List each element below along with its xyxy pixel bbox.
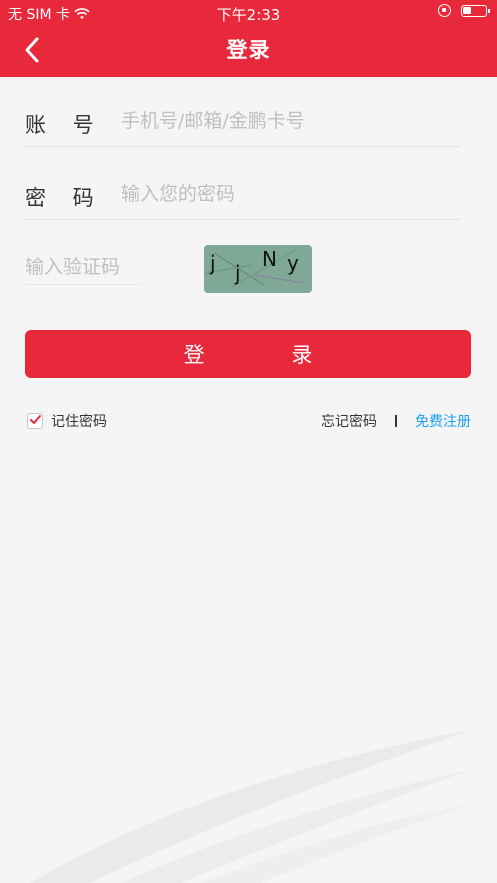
password-input[interactable]	[121, 176, 451, 212]
forgot-password-link[interactable]: 忘记密码	[321, 411, 377, 431]
captcha-char-4: y	[287, 251, 299, 275]
account-links: 忘记密码 免费注册	[321, 411, 471, 431]
account-input[interactable]	[121, 103, 451, 139]
login-button[interactable]: 登 录	[25, 330, 471, 378]
password-row: 密 码	[25, 170, 461, 220]
status-time: 下午2:33	[216, 6, 281, 24]
page-title: 登录	[226, 38, 271, 62]
account-row: 账 号	[25, 97, 461, 147]
password-label: 密 码	[25, 186, 104, 210]
captcha-char-1: j	[210, 251, 216, 275]
captcha-image[interactable]: j j N y	[204, 245, 312, 293]
battery-icon	[461, 4, 490, 17]
link-divider	[395, 415, 397, 427]
remember-checkbox[interactable]	[27, 413, 43, 429]
checkmark-icon	[30, 415, 41, 424]
status-right	[438, 4, 490, 17]
verification-code-input[interactable]	[25, 249, 141, 285]
captcha-char-2: j	[235, 261, 241, 285]
remember-label: 记住密码	[51, 414, 107, 430]
account-label: 账 号	[25, 113, 104, 137]
register-link[interactable]: 免费注册	[415, 411, 471, 431]
status-bar: 无 SIM 卡 下午2:33	[0, 0, 497, 26]
remember-password[interactable]: 记住密码	[27, 411, 107, 431]
captcha-char-3: N	[262, 247, 277, 271]
orientation-lock-icon	[438, 4, 451, 17]
header-bar: 无 SIM 卡 下午2:33 登录	[0, 0, 497, 77]
wing-watermark	[30, 730, 470, 883]
